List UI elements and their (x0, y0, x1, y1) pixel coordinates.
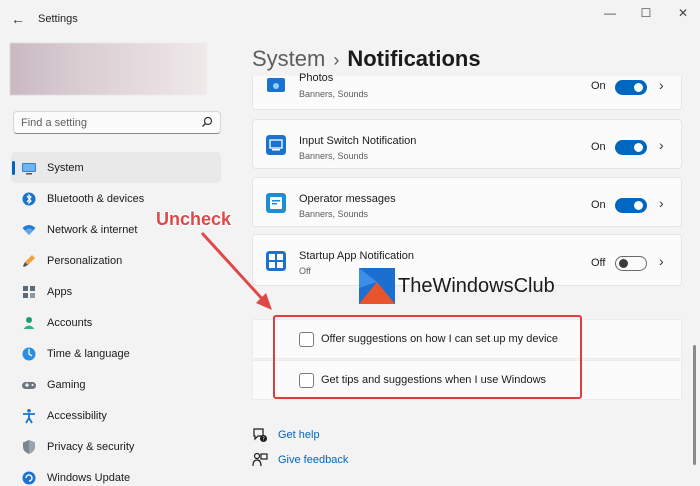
get-help-label[interactable]: Get help (278, 429, 320, 441)
get-help-link[interactable]: ? Get help (252, 426, 452, 444)
watermark-text: TheWindowsClub (398, 275, 555, 297)
feedback-icon (252, 452, 268, 467)
uncheck-annotation: Uncheck (156, 209, 232, 229)
give-feedback-label[interactable]: Give feedback (278, 454, 348, 466)
help-icon: ? (253, 428, 267, 443)
scrollbar[interactable] (693, 345, 696, 465)
annotation-arrow (200, 231, 272, 310)
svg-text:?: ? (262, 437, 265, 443)
give-feedback-link[interactable]: Give feedback (252, 451, 452, 469)
thewindowsclub-logo-icon (359, 268, 395, 304)
